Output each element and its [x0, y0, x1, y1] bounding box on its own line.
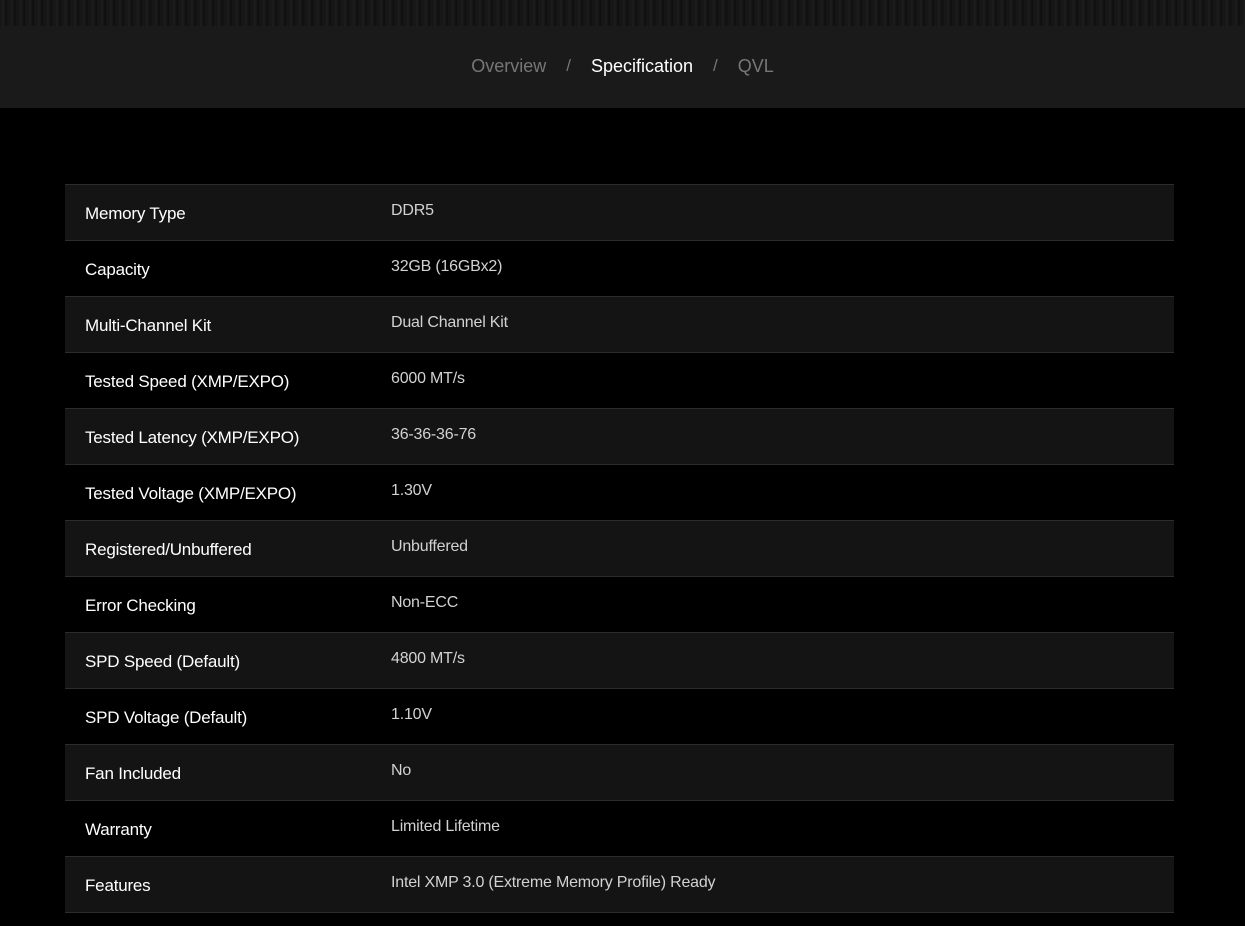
spec-label: Fan Included [85, 763, 181, 783]
header-banner-strip [0, 0, 1245, 26]
spec-label: SPD Speed (Default) [85, 651, 240, 671]
spec-value: Dual Channel Kit [391, 313, 508, 331]
spec-row-tested-voltage: Tested Voltage (XMP/EXPO) 1.30V [65, 465, 1174, 521]
spec-label: Features [85, 875, 151, 895]
tab-overview[interactable]: Overview [471, 56, 546, 77]
spec-value: 1.10V [391, 705, 432, 723]
spec-label: Warranty [85, 819, 152, 839]
tab-separator: / [566, 56, 571, 75]
spec-value: 1.30V [391, 481, 432, 499]
spec-label: Memory Type [85, 203, 186, 223]
spec-row-registered-unbuffered: Registered/Unbuffered Unbuffered [65, 521, 1174, 577]
spec-row-warranty: Warranty Limited Lifetime [65, 801, 1174, 857]
product-tab-bar: Overview / Specification / QVL [0, 26, 1245, 108]
tab-specification[interactable]: Specification [591, 56, 693, 77]
spec-label: Multi-Channel Kit [85, 315, 212, 335]
spec-label: Registered/Unbuffered [85, 539, 252, 559]
spec-value: 36-36-36-76 [391, 425, 476, 443]
spec-label: SPD Voltage (Default) [85, 707, 248, 727]
spec-value: 6000 MT/s [391, 369, 465, 387]
spec-label: Tested Latency (XMP/EXPO) [85, 427, 300, 447]
spec-value: 4800 MT/s [391, 649, 465, 667]
spec-row-spd-speed: SPD Speed (Default) 4800 MT/s [65, 633, 1174, 689]
spec-row-capacity: Capacity 32GB (16GBx2) [65, 241, 1174, 297]
spec-value: 32GB (16GBx2) [391, 257, 503, 275]
spec-value: Unbuffered [391, 537, 468, 555]
spec-row-fan-included: Fan Included No [65, 745, 1174, 801]
spec-row-spd-voltage: SPD Voltage (Default) 1.10V [65, 689, 1174, 745]
spec-label: Capacity [85, 259, 150, 279]
spec-value: Intel XMP 3.0 (Extreme Memory Profile) R… [391, 873, 716, 891]
spec-row-tested-latency: Tested Latency (XMP/EXPO) 36-36-36-76 [65, 409, 1174, 465]
spec-row-error-checking: Error Checking Non-ECC [65, 577, 1174, 633]
spec-row-tested-speed: Tested Speed (XMP/EXPO) 6000 MT/s [65, 353, 1174, 409]
tab-separator: / [713, 56, 718, 75]
specification-table: Memory Type DDR5 Capacity 32GB (16GBx2) … [65, 184, 1174, 913]
spec-value: Limited Lifetime [391, 817, 500, 835]
tab-qvl[interactable]: QVL [738, 56, 774, 77]
spec-label: Error Checking [85, 595, 196, 615]
spec-value: DDR5 [391, 201, 434, 219]
spec-value: No [391, 761, 412, 779]
spec-row-features: Features Intel XMP 3.0 (Extreme Memory P… [65, 857, 1174, 913]
spec-row-memory-type: Memory Type DDR5 [65, 185, 1174, 241]
spec-row-multi-channel-kit: Multi-Channel Kit Dual Channel Kit [65, 297, 1174, 353]
spec-label: Tested Voltage (XMP/EXPO) [85, 483, 297, 503]
spec-value: Non-ECC [391, 593, 459, 611]
spec-label: Tested Speed (XMP/EXPO) [85, 371, 290, 391]
product-tabs: Overview / Specification / QVL [471, 56, 774, 77]
